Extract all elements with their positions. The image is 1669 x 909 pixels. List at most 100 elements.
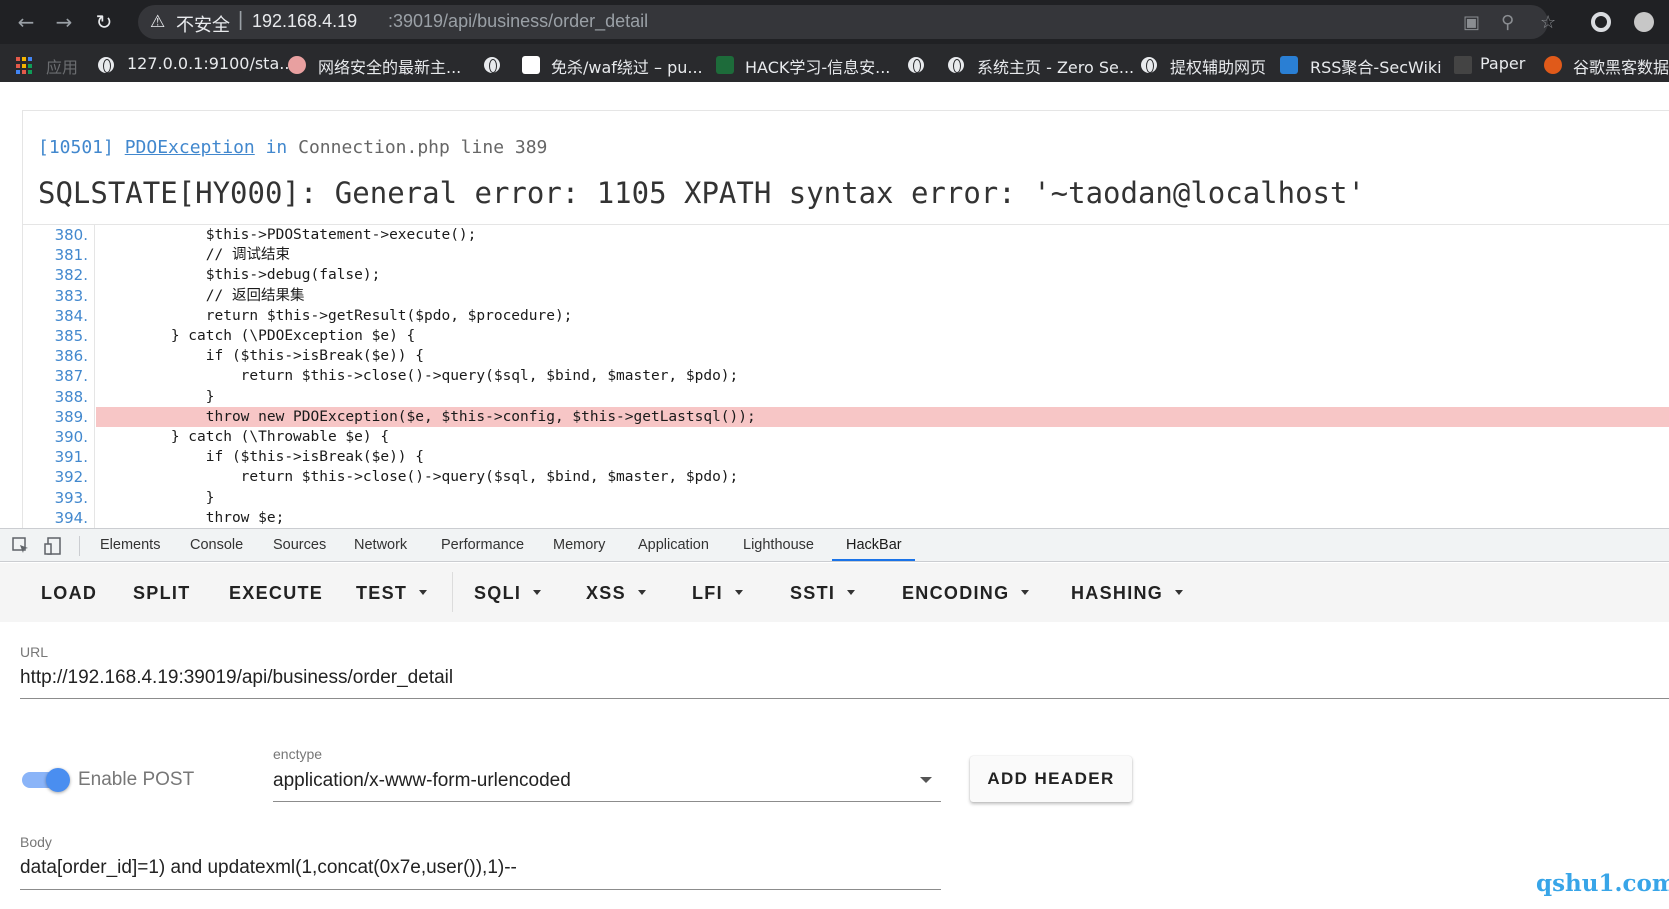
code-text: if ($this->isBreak($e)) { (101, 449, 425, 466)
caret-down-icon (1021, 589, 1030, 595)
bookmark-item[interactable]: 免杀/waf绕过 – pu... (551, 54, 703, 78)
in-word: in (265, 137, 288, 158)
bookmark-item[interactable]: 网络安全的最新主... (318, 54, 461, 78)
encoding-dropdown[interactable]: ENCODING (902, 583, 1030, 604)
code-text: return $this->close()->query($sql, $bind… (101, 368, 739, 385)
exception-message: SQLSTATE[HY000]: General error: 1105 XPA… (38, 176, 1365, 210)
url-input[interactable]: http://192.168.4.19:39019/api/business/o… (20, 667, 453, 689)
code-line: 384. return $this->getResult($pdo, $proc… (23, 306, 1669, 326)
line-number: 389. (54, 407, 88, 426)
bookmark-item[interactable]: Paper (1480, 54, 1525, 73)
code-line: 383. // 返回结果集 (23, 286, 1669, 306)
code-text: $this->debug(false); (101, 267, 381, 284)
tab-hackbar[interactable]: HackBar (846, 537, 902, 553)
code-text: } catch (\PDOException $e) { (101, 328, 416, 344)
exception-class-link[interactable]: PDOException (125, 137, 255, 158)
line-number: 385. (54, 327, 88, 345)
not-secure-label[interactable]: 不安全 (176, 11, 230, 37)
translate-icon[interactable]: ▣ (1463, 12, 1480, 33)
line-number: 380. (54, 226, 88, 244)
bookmark-item[interactable]: 提权辅助网页 (1170, 54, 1266, 78)
lfi-dropdown-label: LFI (692, 583, 723, 603)
bookmark-item[interactable]: RSS聚合-SecWiki (1310, 54, 1442, 78)
tab-elements[interactable]: Elements (100, 537, 160, 553)
code-text: throw new PDOException($e, $this->config… (101, 408, 756, 425)
enable-post-toggle-knob[interactable] (46, 768, 70, 792)
watermark: qshu1.com (1536, 870, 1669, 897)
lfi-dropdown[interactable]: LFI (692, 583, 743, 604)
device-toolbar-icon[interactable] (44, 537, 62, 555)
execute-button-label: EXECUTE (229, 583, 324, 603)
bookmark-item[interactable]: 系统主页 - Zero Se... (977, 54, 1134, 78)
profile-icon[interactable] (1591, 12, 1611, 32)
zoom-icon[interactable]: ⚲ (1501, 12, 1514, 33)
bookmark-item[interactable]: HACK学习-信息安... (745, 54, 890, 78)
url-path[interactable]: :39019/api/business/order_detail (388, 11, 648, 32)
caret-down-icon (533, 589, 542, 595)
bookmark-item[interactable]: 谷歌黑客数据库 (1573, 54, 1669, 78)
back-arrow-icon[interactable]: ← (14, 10, 38, 34)
hashing-dropdown-label: HASHING (1071, 583, 1164, 603)
body-input-underline (20, 889, 941, 890)
code-line: 392. return $this->close()->query($sql, … (23, 467, 1669, 487)
forward-arrow-icon[interactable]: → (52, 10, 76, 34)
caret-down-icon (847, 589, 856, 595)
split-button[interactable]: SPLIT (133, 583, 191, 604)
ssti-dropdown[interactable]: SSTI (790, 583, 856, 604)
hashing-dropdown[interactable]: HASHING (1071, 583, 1184, 604)
tab-sources[interactable]: Sources (273, 537, 326, 553)
google-hack-icon (1544, 56, 1562, 74)
reload-icon[interactable]: ↻ (92, 10, 116, 34)
inspect-element-icon[interactable] (12, 537, 30, 555)
tab-performance[interactable]: Performance (441, 537, 524, 553)
execute-button[interactable]: EXECUTE (229, 583, 323, 604)
caret-down-icon (637, 589, 646, 595)
hack-site-icon (716, 56, 734, 74)
test-dropdown[interactable]: TEST (356, 583, 428, 604)
add-header-button[interactable]: ADD HEADER (970, 756, 1132, 802)
extension-icon[interactable] (1634, 12, 1654, 32)
sqli-dropdown-label: SQLI (474, 583, 522, 603)
code-line: 381. // 调试结束 (23, 245, 1669, 265)
line-number: 394. (54, 508, 88, 527)
url-host[interactable]: 192.168.4.19 (252, 11, 357, 32)
code-line: 394. throw $e; (23, 508, 1669, 528)
active-tab-indicator (832, 559, 915, 561)
divider (79, 536, 80, 556)
body-input[interactable]: data[order_id]=1) and updatexml(1,concat… (20, 857, 517, 879)
code-line: 382. $this->debug(false); (23, 265, 1669, 285)
apps-grid-icon[interactable] (16, 57, 34, 75)
page-icon (522, 56, 540, 74)
code-line: 391. if ($this->isBreak($e)) { (23, 447, 1669, 467)
enctype-underline (273, 801, 941, 802)
sqli-dropdown[interactable]: SQLI (474, 583, 542, 604)
code-line: 393. } (23, 488, 1669, 508)
bookmark-item[interactable]: 127.0.0.1:9100/sta... (127, 54, 295, 73)
globe-icon (484, 57, 500, 73)
enctype-select[interactable]: application/x-www-form-urlencoded (273, 770, 571, 792)
exception-file: Connection.php line 389 (298, 137, 548, 158)
code-line: 389. throw new PDOException($e, $this->c… (23, 406, 1669, 427)
dropdown-arrow-icon[interactable] (920, 777, 932, 783)
load-button[interactable]: LOAD (41, 583, 97, 604)
tab-memory[interactable]: Memory (553, 537, 605, 553)
browser-toolbar: ← → ↻ ⚠ 不安全 | 192.168.4.19 :39019/api/bu… (0, 0, 1669, 44)
code-text: } (101, 489, 215, 506)
error-code: [10501] (38, 137, 114, 158)
bookmark-apps[interactable]: 应用 (46, 54, 78, 78)
url-label: URL (20, 644, 49, 660)
tab-application[interactable]: Application (638, 537, 709, 553)
tab-console[interactable]: Console (190, 537, 243, 553)
line-number: 382. (54, 266, 88, 285)
tab-lighthouse[interactable]: Lighthouse (743, 537, 814, 553)
code-text: throw $e; (101, 509, 285, 526)
divider (452, 572, 453, 612)
line-number: 391. (54, 448, 88, 467)
line-number: 388. (54, 387, 88, 406)
xss-dropdown[interactable]: XSS (586, 583, 646, 604)
hackbar-toolbar: LOAD SPLIT EXECUTE TEST SQLI XSS LFI SST… (0, 563, 1669, 622)
globe-icon (1141, 57, 1157, 73)
tab-network[interactable]: Network (354, 537, 407, 553)
bookmark-star-icon[interactable]: ☆ (1540, 12, 1556, 33)
source-code-view: 380. $this->PDOStatement->execute(); 381.… (23, 225, 1669, 528)
